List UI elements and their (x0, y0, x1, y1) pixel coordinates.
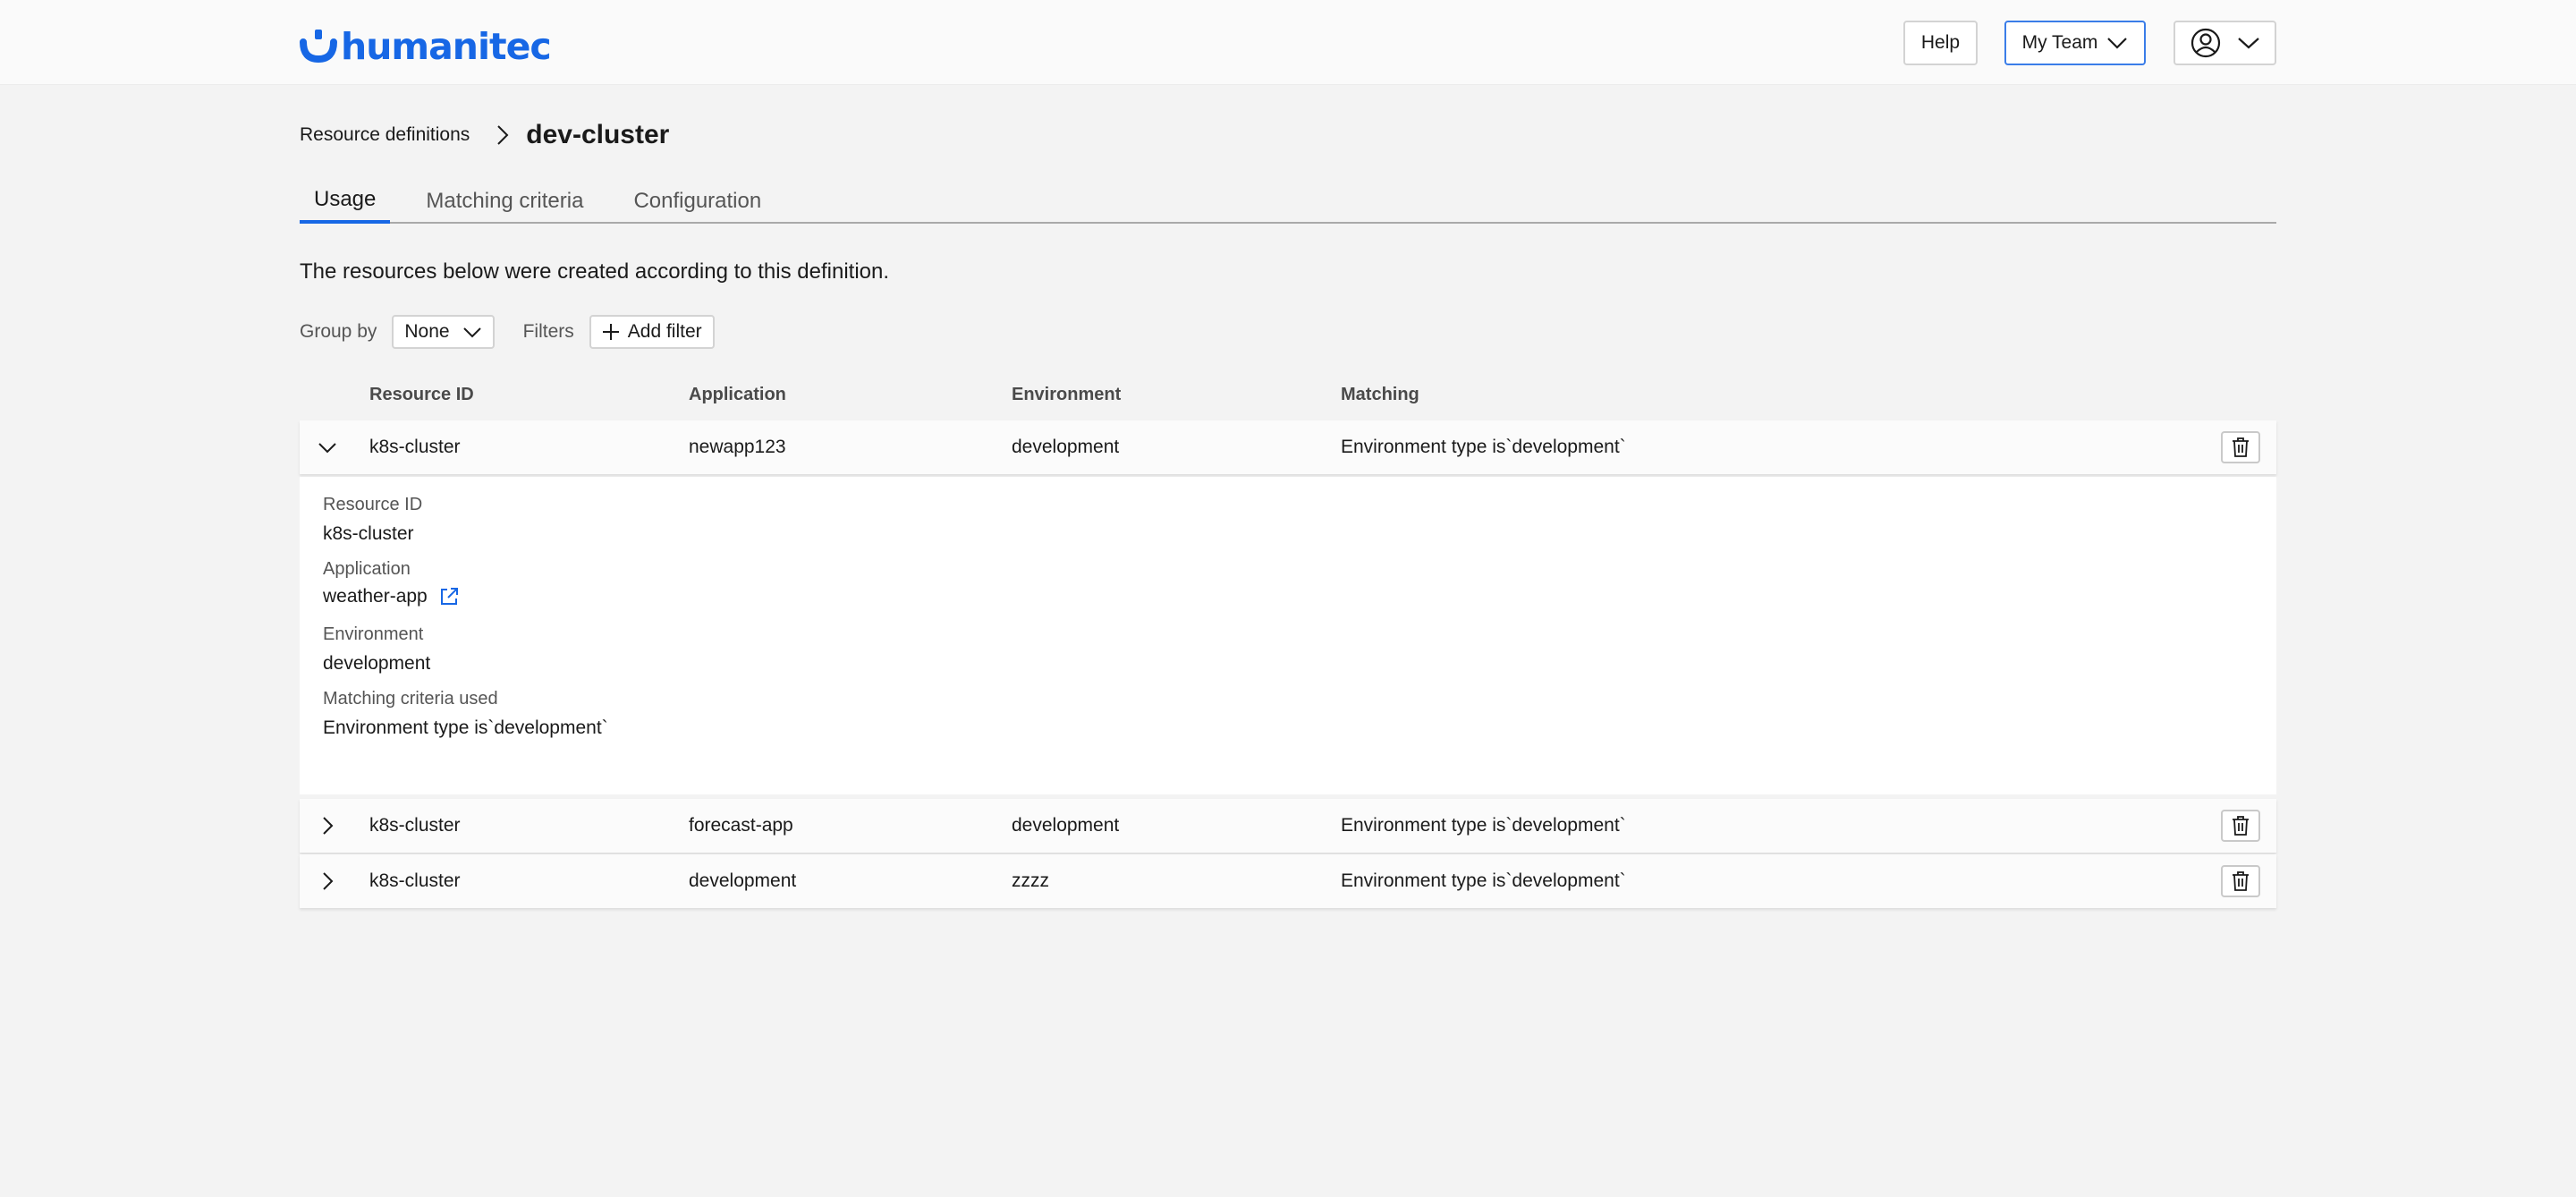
cell-application: forecast-app (689, 815, 793, 836)
add-filter-label: Add filter (627, 321, 702, 342)
table-row[interactable]: k8s-cluster development zzzz Environment… (300, 854, 2276, 908)
cell-matching: Environment type is`development` (1341, 815, 1626, 836)
chevron-right-icon[interactable] (318, 816, 337, 841)
column-header-environment: Environment (1012, 385, 1122, 404)
chevron-down-icon (2237, 38, 2259, 49)
detail-environment-label: Environment (323, 624, 424, 644)
delete-button[interactable] (2221, 810, 2260, 842)
chevron-right-icon[interactable] (318, 871, 337, 896)
breadcrumb: Resource definitions dev-cluster (300, 118, 669, 152)
group-by-label: Group by (300, 321, 377, 342)
delete-button[interactable] (2221, 431, 2260, 463)
trash-icon (2233, 816, 2249, 836)
cell-application: newapp123 (689, 437, 786, 457)
filter-bar: Group by None Filters Add filter (300, 314, 715, 350)
page-title: dev-cluster (526, 120, 670, 149)
user-circle-icon (2190, 28, 2220, 58)
table-header: Resource ID Application Environment Matc… (300, 385, 2276, 417)
logo-wordmark: humanitec (341, 25, 552, 68)
detail-application-label: Application (323, 559, 411, 579)
row-detail-panel: Resource ID k8s-cluster Application weat… (300, 477, 2276, 794)
cell-resource-id: k8s-cluster (369, 815, 461, 836)
cell-matching: Environment type is`development` (1341, 437, 1626, 457)
column-header-resource-id: Resource ID (369, 385, 474, 404)
humanitec-logo-icon (300, 30, 337, 64)
cell-resource-id: k8s-cluster (369, 437, 461, 457)
cell-environment: development (1012, 815, 1120, 836)
delete-button[interactable] (2221, 865, 2260, 897)
team-selector-button[interactable]: My Team (2004, 21, 2146, 65)
external-link-icon (440, 588, 458, 605)
cell-matching: Environment type is`development` (1341, 870, 1626, 891)
tab-bar: Usage Matching criteria Configuration (300, 179, 2276, 224)
breadcrumb-parent-link[interactable]: Resource definitions (300, 124, 470, 146)
table-row[interactable]: k8s-cluster forecast-app development Env… (300, 799, 2276, 853)
column-header-application: Application (689, 385, 786, 404)
trash-icon (2233, 437, 2249, 457)
chevron-down-icon[interactable] (318, 437, 337, 463)
user-menu-button[interactable] (2174, 21, 2276, 65)
add-filter-button[interactable]: Add filter (589, 315, 715, 349)
trash-icon (2233, 871, 2249, 891)
cell-application: development (689, 870, 797, 891)
column-header-matching: Matching (1341, 385, 1419, 404)
chevron-down-icon (2107, 38, 2128, 49)
detail-environment-value: development (323, 653, 431, 674)
tab-configuration[interactable]: Configuration (619, 179, 775, 224)
help-button[interactable]: Help (1903, 21, 1978, 65)
table-row[interactable]: k8s-cluster newapp123 development Enviro… (300, 420, 2276, 474)
humanitec-logo[interactable]: humanitec (300, 25, 552, 68)
cell-environment: zzzz (1012, 870, 1049, 891)
chevron-down-icon (462, 327, 481, 337)
team-selector-label: My Team (2021, 32, 2098, 53)
group-by-value: None (404, 321, 450, 342)
tab-matching-criteria[interactable]: Matching criteria (411, 179, 597, 224)
detail-application-link[interactable]: weather-app (323, 586, 460, 607)
detail-criteria-value: Environment type is`development` (323, 717, 608, 738)
detail-resource-id-value: k8s-cluster (323, 523, 414, 544)
top-header: humanitec Help My Team (0, 0, 2576, 85)
chevron-right-icon (496, 124, 509, 146)
filters-label: Filters (522, 321, 574, 342)
group-by-select[interactable]: None (392, 315, 495, 349)
tab-usage[interactable]: Usage (300, 179, 391, 224)
cell-environment: development (1012, 437, 1120, 457)
plus-icon (602, 324, 619, 340)
help-button-label: Help (1920, 32, 1961, 53)
detail-resource-id-label: Resource ID (323, 495, 423, 514)
detail-criteria-label: Matching criteria used (323, 689, 498, 709)
cell-resource-id: k8s-cluster (369, 870, 461, 891)
usage-description: The resources below were created accordi… (300, 259, 890, 284)
detail-application-value: weather-app (323, 586, 428, 607)
